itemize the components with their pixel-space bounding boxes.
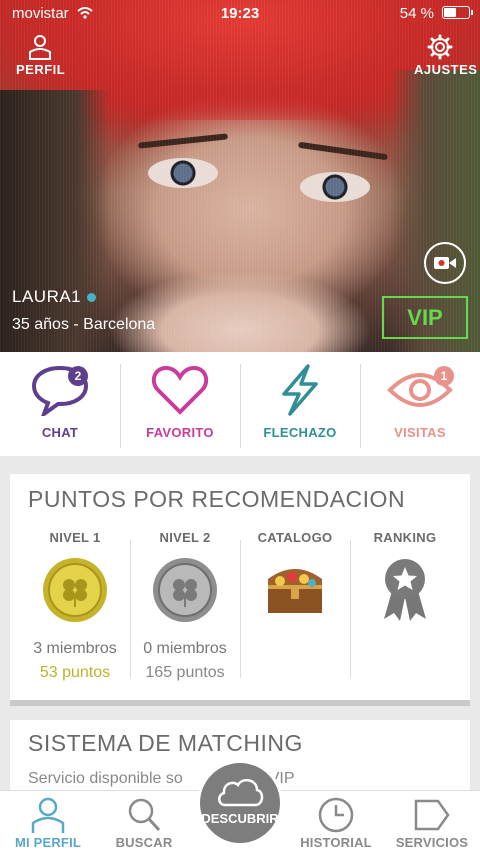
discover-label: DESCUBRIR: [201, 811, 279, 826]
tab-servicios-label: SERVICIOS: [395, 835, 469, 850]
video-call-button[interactable]: [424, 242, 466, 284]
settings-button[interactable]: AJUSTES: [414, 34, 477, 77]
tab-historial-label: HISTORIAL: [300, 835, 372, 850]
cloud-icon: [218, 778, 264, 807]
hair-left: [0, 90, 110, 352]
eye-left: [148, 158, 218, 188]
favorite-button[interactable]: FAVORITO: [120, 352, 240, 456]
user-icon: [29, 35, 51, 60]
level2-column[interactable]: NIVEL 2 0 miembros 165 puntos: [130, 526, 240, 681]
points-columns: NIVEL 1 3 miembros 53 puntos NIVEL 2 0 m…: [20, 526, 460, 681]
ranking-column[interactable]: RANKING: [350, 526, 460, 678]
eyebrow-left: [137, 133, 229, 149]
catalog-title: CATALOGO: [257, 530, 333, 545]
profile-name: LAURA1: [12, 287, 97, 307]
tab-historial[interactable]: HISTORIAL: [288, 791, 384, 853]
visits-badge: 1: [434, 366, 454, 386]
tab-mi-perfil-label: MI PERFIL: [14, 835, 82, 850]
tab-mi-perfil[interactable]: MI PERFIL: [0, 791, 96, 853]
level1-column[interactable]: NIVEL 1 3 miembros 53 puntos: [20, 526, 130, 681]
flechazo-label: FLECHAZO: [263, 425, 337, 440]
favorite-label: FAVORITO: [146, 425, 214, 440]
profile-button[interactable]: PERFIL: [16, 34, 66, 77]
visits-button[interactable]: 1 VISITAS: [360, 352, 480, 456]
search-icon: [128, 798, 161, 832]
services-icon: [414, 799, 450, 831]
tab-buscar[interactable]: BUSCAR: [96, 791, 192, 853]
chat-button[interactable]: 2 CHAT: [0, 352, 120, 456]
level1-points: 53 puntos: [39, 664, 111, 681]
ranking-title: RANKING: [373, 530, 437, 545]
points-card: PUNTOS POR RECOMENDACION NIVEL 1 3 miemb…: [10, 474, 470, 700]
gold-coin-icon: [43, 558, 107, 622]
lightning-icon: [282, 364, 318, 416]
catalog-column[interactable]: CATALOGO: [240, 526, 350, 678]
matching-title: SISTEMA DE MATCHING: [28, 730, 303, 756]
treasure-chest-icon: [268, 569, 322, 613]
action-row: 2 CHAT FAVORITO FLECHAZO 1 VISITAS: [0, 352, 480, 456]
profile-button-label: PERFIL: [16, 62, 66, 77]
level2-title: NIVEL 2: [159, 530, 211, 545]
tab-buscar-label: BUSCAR: [115, 835, 173, 850]
battery-fill: [444, 8, 457, 17]
user-icon: [31, 797, 65, 833]
status-bar: movistar 19:23 54 %: [0, 0, 480, 26]
level1-title: NIVEL 1: [49, 530, 101, 545]
flechazo-button[interactable]: FLECHAZO: [240, 352, 360, 456]
chat-label: CHAT: [41, 425, 79, 440]
clock-icon: [318, 797, 354, 833]
battery-icon: [442, 6, 473, 19]
vip-button[interactable]: VIP: [382, 296, 468, 339]
ribbon-badge-icon: [384, 559, 426, 621]
visits-label: VISITAS: [394, 425, 446, 440]
heart-icon: [151, 365, 209, 415]
gear-icon: [427, 34, 453, 60]
video-camera-icon: [434, 257, 456, 269]
online-indicator: [87, 293, 97, 303]
battery-percent: 54 %: [399, 5, 434, 22]
points-title: PUNTOS POR RECOMENDACION: [28, 486, 406, 512]
section-divider: [10, 700, 470, 706]
level2-points: 165 puntos: [145, 664, 225, 681]
level2-members: 0 miembros: [143, 640, 227, 657]
profile-age-location: 35 años - Barcelona: [12, 316, 156, 333]
settings-button-label: AJUSTES: [414, 62, 478, 77]
chat-badge: 2: [68, 366, 88, 386]
eyebrow-right: [298, 141, 388, 161]
level1-members: 3 miembros: [33, 640, 117, 657]
discover-button[interactable]: DESCUBRIR: [197, 760, 283, 846]
eye-right: [300, 172, 370, 202]
silver-coin-icon: [153, 558, 217, 622]
hand-area: [110, 270, 370, 352]
tab-servicios[interactable]: SERVICIOS: [384, 791, 480, 853]
